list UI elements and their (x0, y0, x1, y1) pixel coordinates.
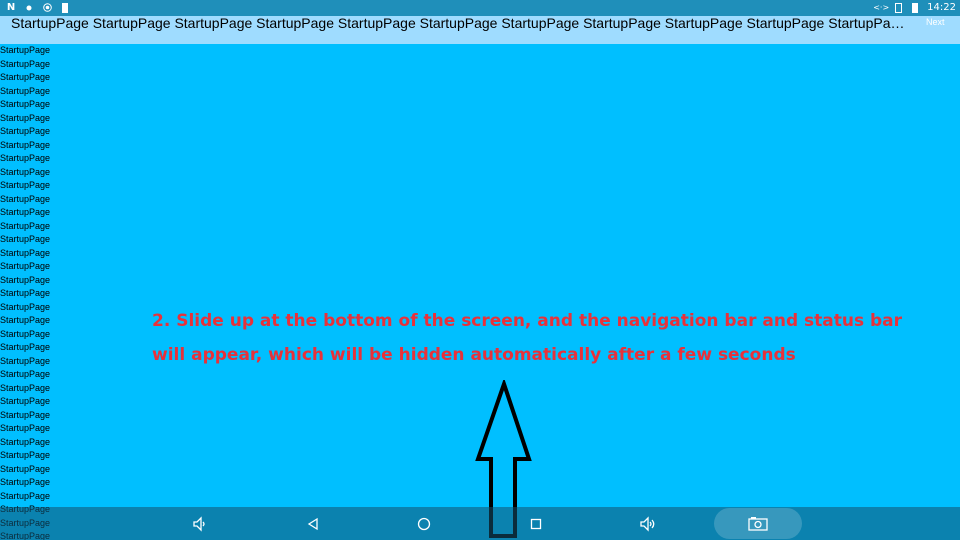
back-button[interactable] (293, 507, 333, 540)
list-item: StartupPage (0, 139, 51, 150)
status-bar-right-icons: <·> 14:22 (873, 2, 956, 13)
status-bar: N <·> 14:22 (0, 0, 960, 16)
list-item: StartupPage (0, 382, 51, 393)
list-item: StartupPage (0, 423, 51, 433)
list-item: StartupPage (0, 274, 51, 285)
notification-dot-icon (24, 2, 34, 13)
list-item: StartupPage (0, 220, 51, 231)
screenshot-icon (748, 516, 768, 531)
volume-down-button[interactable] (180, 507, 220, 540)
status-bar-left-icons: N (6, 2, 70, 13)
startup-page-list: StartupPage StartupPage StartupPage Startup… (0, 44, 80, 540)
list-item: StartupPage (0, 463, 51, 474)
sim-card-icon (60, 2, 70, 13)
list-item: StartupPage (0, 153, 51, 163)
list-item: StartupPage (0, 355, 51, 366)
list-item: StartupPage (0, 369, 51, 379)
n-icon: N (6, 2, 16, 13)
list-item: StartupPage (0, 72, 51, 82)
list-item: StartupPage (0, 490, 51, 501)
list-item: StartupPage (0, 85, 51, 96)
list-item: StartupPage (0, 301, 51, 312)
battery-icon (910, 2, 920, 13)
list-item: StartupPage (0, 112, 51, 123)
list-item: StartupPage (0, 207, 51, 217)
volume-up-icon (640, 515, 655, 532)
list-item: StartupPage (0, 180, 51, 190)
code-icon: <·> (873, 3, 890, 12)
list-item: StartupPage (0, 166, 51, 177)
app-bar: StartupPage StartupPage StartupPage Star… (0, 16, 960, 44)
list-item: StartupPage (0, 58, 51, 69)
home-button[interactable] (404, 507, 444, 540)
list-item: StartupPage (0, 261, 51, 271)
list-item: StartupPage (0, 45, 51, 55)
instruction-line-1: 2. Slide up at the bottom of the screen,… (152, 311, 903, 331)
list-item: StartupPage (0, 328, 51, 339)
record-icon (42, 2, 52, 13)
list-item: StartupPage (0, 247, 51, 258)
no-sim-icon (893, 2, 903, 13)
list-item: StartupPage (0, 99, 51, 109)
list-item: StartupPage (0, 409, 51, 420)
list-item: StartupPage (0, 436, 51, 447)
list-item: StartupPage (0, 126, 51, 136)
volume-up-button[interactable] (628, 507, 668, 540)
back-icon (307, 517, 318, 530)
navigation-bar (0, 507, 960, 540)
page-title: StartupPage StartupPage StartupPage Star… (11, 16, 906, 31)
instruction-line-2: will appear, which will be hidden automa… (152, 345, 796, 365)
home-icon (417, 517, 431, 530)
recents-button[interactable] (516, 507, 556, 540)
list-item: StartupPage (0, 234, 51, 244)
list-item: StartupPage (0, 315, 51, 325)
status-clock: 14:22 (927, 2, 956, 13)
screenshot-button[interactable] (738, 507, 778, 540)
recents-icon (530, 518, 542, 529)
list-item: StartupPage (0, 396, 51, 406)
next-button[interactable]: Next (926, 17, 945, 27)
volume-down-icon (193, 515, 205, 532)
list-item: StartupPage (0, 193, 51, 204)
list-item: StartupPage (0, 450, 51, 460)
list-item: StartupPage (0, 342, 51, 352)
list-item: StartupPage (0, 477, 51, 487)
instruction-text: 2. Slide up at the bottom of the screen,… (152, 304, 912, 372)
list-item: StartupPage (0, 288, 51, 298)
